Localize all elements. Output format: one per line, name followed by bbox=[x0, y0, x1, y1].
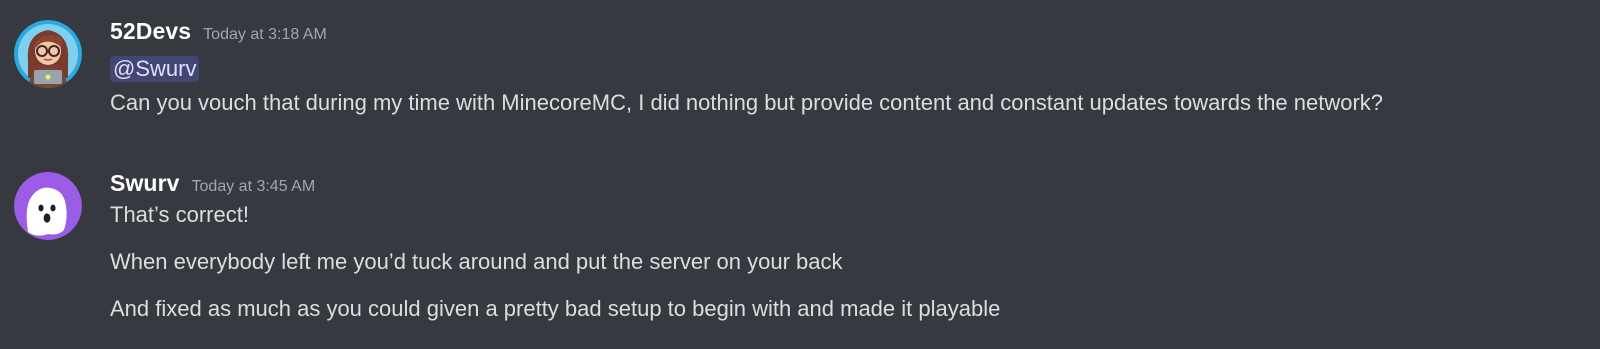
user-avatar[interactable] bbox=[14, 20, 82, 88]
message-header: Swurv Today at 3:45 AM bbox=[110, 170, 1590, 202]
white-ghost-face-avatar-icon bbox=[14, 172, 82, 240]
chat-message-list: 52Devs Today at 3:18 AM @Swurv Can you v… bbox=[0, 0, 1600, 349]
message-line: @Swurv bbox=[110, 52, 1590, 82]
message-line: When everybody left me you’d tuck around… bbox=[110, 249, 843, 274]
message-content: Swurv Today at 3:45 AM That’s correct! W… bbox=[110, 170, 1590, 343]
user-mention[interactable]: @Swurv bbox=[110, 56, 200, 82]
message-line: That’s correct! bbox=[110, 202, 249, 227]
message-line: And fixed as much as you could given a p… bbox=[110, 296, 1001, 321]
username[interactable]: Swurv bbox=[110, 170, 180, 197]
message-header: 52Devs Today at 3:18 AM bbox=[110, 18, 1590, 52]
timestamp: Today at 3:18 AM bbox=[203, 26, 327, 43]
girl-with-glasses-laptop-avatar-icon bbox=[14, 20, 82, 88]
username[interactable]: 52Devs bbox=[110, 18, 191, 45]
message-line: Can you vouch that during my time with M… bbox=[110, 90, 1384, 115]
timestamp: Today at 3:45 AM bbox=[191, 178, 316, 195]
user-avatar[interactable] bbox=[14, 172, 82, 240]
message-content: 52Devs Today at 3:18 AM @Swurv Can you v… bbox=[110, 18, 1590, 116]
